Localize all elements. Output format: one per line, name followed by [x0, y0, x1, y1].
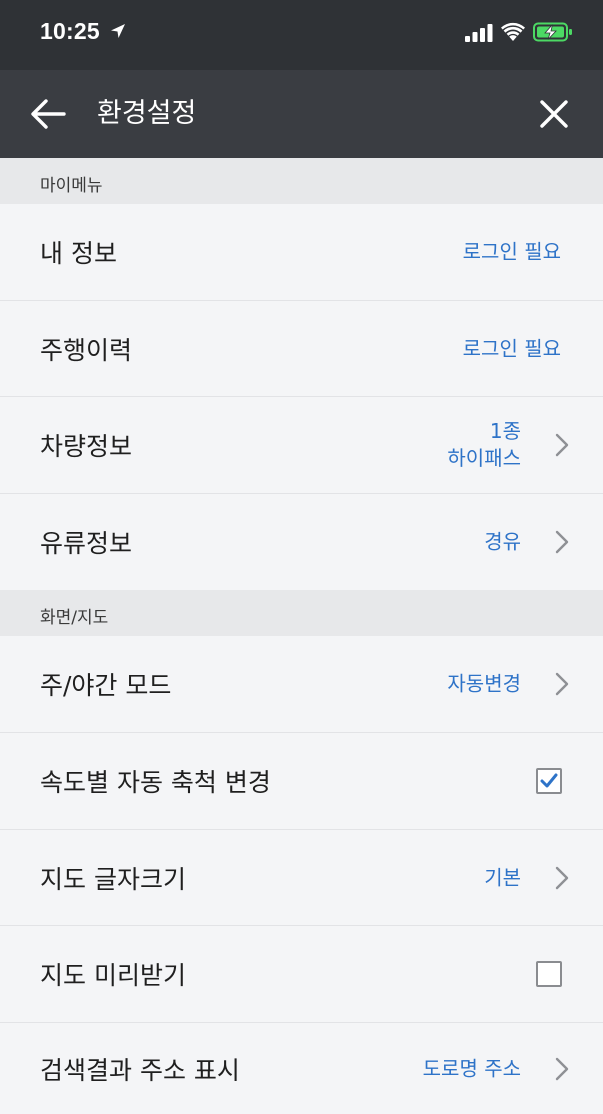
- row-label: 주/야간 모드: [40, 671, 172, 700]
- wifi-icon: [501, 22, 525, 41]
- row-label: 지도 미리받기: [40, 961, 186, 990]
- row-label: 차량정보: [40, 432, 133, 461]
- header-bar: 환경설정: [0, 70, 603, 158]
- section-header-my-menu: 마이메뉴: [0, 158, 603, 204]
- settings-row-auto-scale[interactable]: 속도별 자동 축척 변경: [0, 733, 603, 830]
- battery-charging-icon: [533, 22, 572, 42]
- settings-row-fuel-info[interactable]: 유류정보 경유: [0, 494, 603, 590]
- login-required-link[interactable]: 로그인 필요: [463, 335, 561, 362]
- location-arrow-icon: [111, 24, 125, 38]
- chevron-right-icon: [555, 866, 569, 889]
- settings-row-search-address-display[interactable]: 검색결과 주소 표시 도로명 주소: [0, 1023, 603, 1114]
- hipass-value: 하이패스: [447, 446, 521, 470]
- settings-row-driving-history[interactable]: 주행이력 로그인 필요: [0, 301, 603, 397]
- back-arrow-icon[interactable]: [30, 98, 66, 130]
- page-title: 환경설정: [97, 98, 197, 129]
- auto-scale-checkbox[interactable]: [536, 768, 562, 794]
- close-icon[interactable]: [538, 98, 570, 130]
- section-title: 화면/지도: [40, 608, 109, 628]
- chevron-right-icon: [555, 672, 569, 696]
- row-label: 검색결과 주소 표시: [40, 1055, 240, 1085]
- status-bar: 10:25: [0, 0, 603, 70]
- chevron-right-icon: [555, 530, 569, 554]
- row-label: 지도 글자크기: [40, 864, 186, 894]
- fuel-type-value: 경유: [484, 529, 521, 554]
- settings-row-my-info[interactable]: 내 정보 로그인 필요: [0, 204, 603, 301]
- row-label: 주행이력: [40, 335, 133, 365]
- map-font-size-value: 기본: [484, 865, 521, 889]
- cellular-signal-icon: [465, 24, 493, 42]
- map-preload-checkbox[interactable]: [536, 961, 562, 987]
- settings-row-vehicle-info[interactable]: 차량정보 1종 하이패스: [0, 397, 603, 494]
- vehicle-info-value: 1종 하이패스: [447, 418, 521, 472]
- day-night-mode-value: 자동변경: [447, 671, 521, 696]
- settings-row-day-night-mode[interactable]: 주/야간 모드 자동변경: [0, 636, 603, 733]
- settings-row-map-preload[interactable]: 지도 미리받기: [0, 926, 603, 1023]
- row-label: 속도별 자동 축척 변경: [40, 768, 271, 797]
- address-display-value: 도로명 주소: [422, 1056, 521, 1080]
- settings-row-map-font-size[interactable]: 지도 글자크기 기본: [0, 830, 603, 926]
- chevron-right-icon: [555, 433, 569, 457]
- login-required-link[interactable]: 로그인 필요: [463, 239, 561, 266]
- checkmark-icon: [540, 773, 558, 788]
- status-time: 10:25: [40, 18, 100, 44]
- vehicle-class-value: 1종: [489, 419, 521, 443]
- row-label: 유류정보: [40, 529, 133, 558]
- section-header-display-map: 화면/지도: [0, 590, 603, 636]
- chevron-right-icon: [555, 1057, 569, 1080]
- row-label: 내 정보: [40, 239, 117, 268]
- section-title: 마이메뉴: [40, 176, 103, 196]
